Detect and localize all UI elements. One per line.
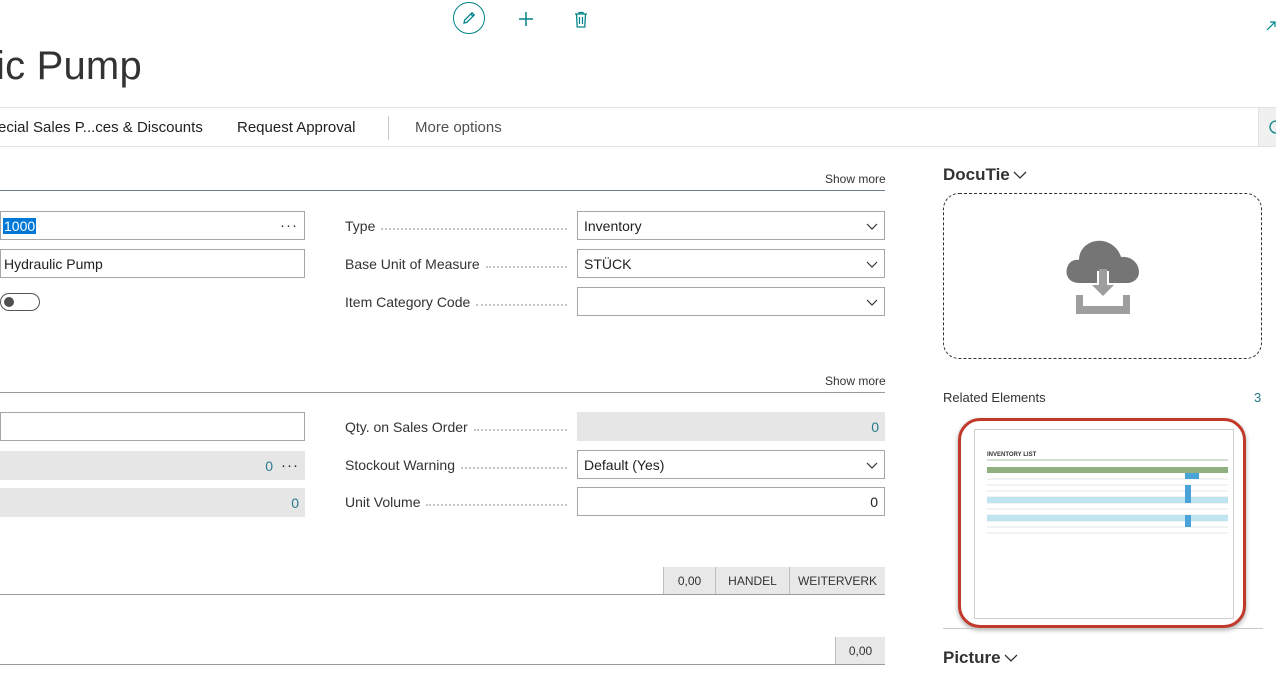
inventory-field-2-value: 0 — [265, 457, 273, 474]
assist-ellipsis-icon[interactable]: ··· — [280, 217, 298, 234]
trash-icon — [575, 11, 587, 28]
item-category-select[interactable] — [577, 287, 885, 316]
search-icon — [1269, 120, 1276, 134]
edit-button[interactable] — [453, 2, 485, 34]
thumbnail-table-graphic — [987, 459, 1228, 534]
chevron-down-icon — [1004, 654, 1018, 662]
inventory-field-2[interactable]: 0 ··· — [0, 451, 305, 480]
stockout-warning-select[interactable]: Default (Yes) — [577, 450, 885, 479]
inventory-section-divider — [0, 392, 885, 393]
action-request-approval[interactable]: Request Approval — [237, 119, 355, 136]
vat-group-chip[interactable]: WEITERVERK — [789, 567, 885, 594]
toggle-knob — [4, 297, 14, 307]
item-category-label: Item Category Code — [345, 294, 573, 310]
item-no-value: 1000 — [3, 217, 37, 234]
more-options-button[interactable]: More options — [415, 119, 502, 136]
prices-section-divider — [0, 594, 885, 595]
chevron-down-icon — [866, 462, 878, 469]
stockout-warning-value: Default (Yes) — [584, 456, 665, 473]
base-uom-label: Base Unit of Measure — [345, 256, 573, 272]
base-uom-select[interactable]: STÜCK — [577, 249, 885, 278]
gen-prod-group-chip[interactable]: HANDEL — [715, 567, 789, 594]
chevron-down-icon — [866, 299, 878, 306]
general-section-divider — [0, 190, 885, 191]
inventory-show-more[interactable]: Show more — [825, 374, 886, 388]
blocked-toggle[interactable] — [0, 293, 40, 311]
factbox-toggle-tab[interactable] — [1258, 108, 1276, 146]
inventory-field-1[interactable] — [0, 412, 305, 441]
expand-button[interactable] — [1266, 18, 1276, 37]
action-special-sales-prices[interactable]: ecial Sales P...ces & Discounts — [0, 119, 203, 136]
base-uom-value: STÜCK — [584, 255, 632, 272]
chevron-down-icon — [866, 261, 878, 268]
type-label: Type — [345, 218, 573, 234]
picture-section-divider — [943, 628, 1263, 629]
chevron-down-icon — [1013, 171, 1027, 179]
pencil-icon — [463, 11, 476, 24]
bottom-value-chip[interactable]: 0,00 — [835, 637, 885, 664]
assist-ellipsis-icon[interactable]: ··· — [281, 457, 299, 474]
inventory-field-3: 0 — [0, 488, 305, 517]
type-value: Inventory — [584, 217, 642, 234]
qty-sales-order-field[interactable]: 0 — [577, 412, 885, 441]
thumbnail-page: INVENTORY LIST — [974, 429, 1234, 619]
picture-header[interactable]: Picture — [943, 648, 1018, 668]
new-button[interactable] — [516, 9, 536, 29]
action-separator — [388, 116, 389, 140]
inventory-field-3-value: 0 — [291, 494, 299, 511]
arrow-up-right-icon — [1266, 21, 1276, 31]
qty-sales-order-value: 0 — [871, 418, 879, 435]
document-thumbnail[interactable]: INVENTORY LIST — [958, 418, 1246, 628]
item-no-field[interactable]: 1000 ··· — [0, 211, 305, 240]
cloud-download-icon — [1066, 240, 1139, 314]
unit-volume-label: Unit Volume — [345, 494, 573, 510]
type-select[interactable]: Inventory — [577, 211, 885, 240]
action-bar-top-divider — [0, 107, 1276, 108]
stockout-warning-label: Stockout Warning — [345, 457, 573, 473]
upload-drop-zone[interactable] — [943, 193, 1262, 359]
plus-icon — [519, 12, 533, 26]
related-elements-label: Related Elements — [943, 390, 1046, 405]
general-show-more[interactable]: Show more — [825, 172, 886, 186]
description-field[interactable]: Hydraulic Pump — [0, 249, 305, 278]
bottom-section-divider — [0, 664, 885, 665]
delete-button[interactable] — [572, 9, 590, 29]
page-title: ic Pump — [0, 44, 142, 88]
docutie-header[interactable]: DocuTie — [943, 165, 1027, 185]
description-value: Hydraulic Pump — [4, 255, 103, 272]
action-bar-bottom-divider — [0, 146, 1276, 147]
unit-volume-field[interactable]: 0 — [577, 487, 885, 516]
related-elements-count[interactable]: 3 — [1254, 390, 1261, 405]
unit-volume-value: 0 — [870, 493, 878, 510]
qty-sales-order-label: Qty. on Sales Order — [345, 419, 573, 435]
chevron-down-icon — [866, 223, 878, 230]
price-chip[interactable]: 0,00 — [663, 567, 715, 594]
